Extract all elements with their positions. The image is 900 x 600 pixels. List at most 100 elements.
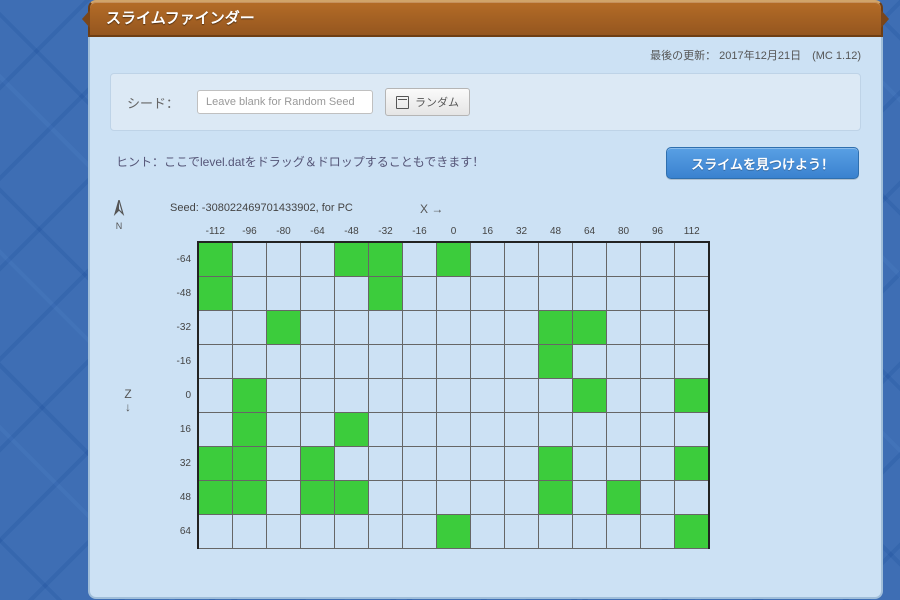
chunk-cell[interactable] [198, 277, 233, 311]
chunk-cell[interactable] [607, 277, 641, 311]
chunk-cell[interactable] [505, 277, 539, 311]
chunk-cell[interactable] [505, 311, 539, 345]
chunk-cell[interactable] [335, 515, 369, 549]
chunk-cell[interactable] [369, 345, 403, 379]
chunk-cell[interactable] [471, 447, 505, 481]
chunk-cell[interactable] [539, 413, 573, 447]
chunk-cell[interactable] [505, 447, 539, 481]
chunk-cell[interactable] [505, 481, 539, 515]
chunk-cell[interactable] [403, 379, 437, 413]
chunk-cell[interactable] [335, 481, 369, 515]
chunk-cell[interactable] [267, 379, 301, 413]
chunk-cell[interactable] [471, 311, 505, 345]
chunk-cell[interactable] [335, 242, 369, 277]
chunk-cell[interactable] [335, 379, 369, 413]
chunk-cell[interactable] [573, 345, 607, 379]
chunk-cell[interactable] [607, 311, 641, 345]
chunk-cell[interactable] [607, 413, 641, 447]
chunk-grid[interactable]: -112-96-80-64-48-32-160163248648096112-6… [170, 222, 710, 549]
chunk-cell[interactable] [198, 242, 233, 277]
chunk-cell[interactable] [301, 447, 335, 481]
seed-input[interactable] [197, 90, 373, 114]
chunk-cell[interactable] [573, 311, 607, 345]
chunk-cell[interactable] [641, 277, 675, 311]
chunk-cell[interactable] [539, 311, 573, 345]
chunk-cell[interactable] [675, 515, 710, 549]
chunk-cell[interactable] [471, 413, 505, 447]
chunk-cell[interactable] [505, 379, 539, 413]
chunk-cell[interactable] [267, 277, 301, 311]
chunk-cell[interactable] [437, 311, 471, 345]
chunk-cell[interactable] [267, 413, 301, 447]
chunk-cell[interactable] [437, 242, 471, 277]
chunk-cell[interactable] [573, 242, 607, 277]
chunk-cell[interactable] [233, 277, 267, 311]
chunk-cell[interactable] [267, 345, 301, 379]
chunk-cell[interactable] [403, 515, 437, 549]
chunk-cell[interactable] [369, 379, 403, 413]
chunk-cell[interactable] [471, 515, 505, 549]
chunk-cell[interactable] [369, 481, 403, 515]
chunk-cell[interactable] [607, 481, 641, 515]
chunk-cell[interactable] [641, 311, 675, 345]
chunk-cell[interactable] [471, 481, 505, 515]
chunk-cell[interactable] [573, 413, 607, 447]
chunk-cell[interactable] [437, 515, 471, 549]
random-button[interactable]: ランダム [385, 88, 470, 116]
chunk-cell[interactable] [267, 515, 301, 549]
chunk-cell[interactable] [607, 242, 641, 277]
chunk-cell[interactable] [641, 379, 675, 413]
chunk-cell[interactable] [369, 413, 403, 447]
chunk-cell[interactable] [505, 413, 539, 447]
chunk-cell[interactable] [641, 413, 675, 447]
chunk-cell[interactable] [573, 379, 607, 413]
chunk-cell[interactable] [505, 515, 539, 549]
chunk-cell[interactable] [403, 481, 437, 515]
chunk-cell[interactable] [198, 379, 233, 413]
chunk-cell[interactable] [267, 447, 301, 481]
find-slimes-button[interactable]: スライムを見つけよう！ [666, 147, 859, 179]
chunk-cell[interactable] [233, 242, 267, 277]
chunk-cell[interactable] [437, 345, 471, 379]
chunk-cell[interactable] [233, 345, 267, 379]
chunk-cell[interactable] [369, 311, 403, 345]
chunk-cell[interactable] [471, 379, 505, 413]
chunk-cell[interactable] [369, 515, 403, 549]
chunk-cell[interactable] [675, 481, 710, 515]
chunk-cell[interactable] [675, 447, 710, 481]
chunk-cell[interactable] [539, 481, 573, 515]
chunk-cell[interactable] [233, 311, 267, 345]
chunk-cell[interactable] [573, 481, 607, 515]
chunk-cell[interactable] [607, 345, 641, 379]
chunk-cell[interactable] [267, 481, 301, 515]
chunk-cell[interactable] [675, 242, 710, 277]
chunk-cell[interactable] [403, 277, 437, 311]
chunk-cell[interactable] [369, 277, 403, 311]
chunk-cell[interactable] [403, 447, 437, 481]
chunk-cell[interactable] [403, 345, 437, 379]
chunk-cell[interactable] [607, 379, 641, 413]
chunk-cell[interactable] [539, 277, 573, 311]
chunk-cell[interactable] [539, 447, 573, 481]
chunk-cell[interactable] [301, 277, 335, 311]
chunk-cell[interactable] [198, 311, 233, 345]
chunk-cell[interactable] [437, 413, 471, 447]
chunk-cell[interactable] [675, 379, 710, 413]
chunk-cell[interactable] [233, 379, 267, 413]
chunk-cell[interactable] [675, 277, 710, 311]
chunk-cell[interactable] [607, 447, 641, 481]
chunk-cell[interactable] [675, 413, 710, 447]
chunk-cell[interactable] [641, 481, 675, 515]
chunk-cell[interactable] [573, 515, 607, 549]
chunk-cell[interactable] [301, 515, 335, 549]
chunk-cell[interactable] [675, 345, 710, 379]
chunk-cell[interactable] [233, 413, 267, 447]
chunk-cell[interactable] [335, 413, 369, 447]
chunk-cell[interactable] [641, 242, 675, 277]
chunk-cell[interactable] [505, 242, 539, 277]
chunk-cell[interactable] [301, 242, 335, 277]
chunk-cell[interactable] [233, 515, 267, 549]
chunk-cell[interactable] [369, 447, 403, 481]
chunk-cell[interactable] [437, 447, 471, 481]
chunk-cell[interactable] [437, 277, 471, 311]
